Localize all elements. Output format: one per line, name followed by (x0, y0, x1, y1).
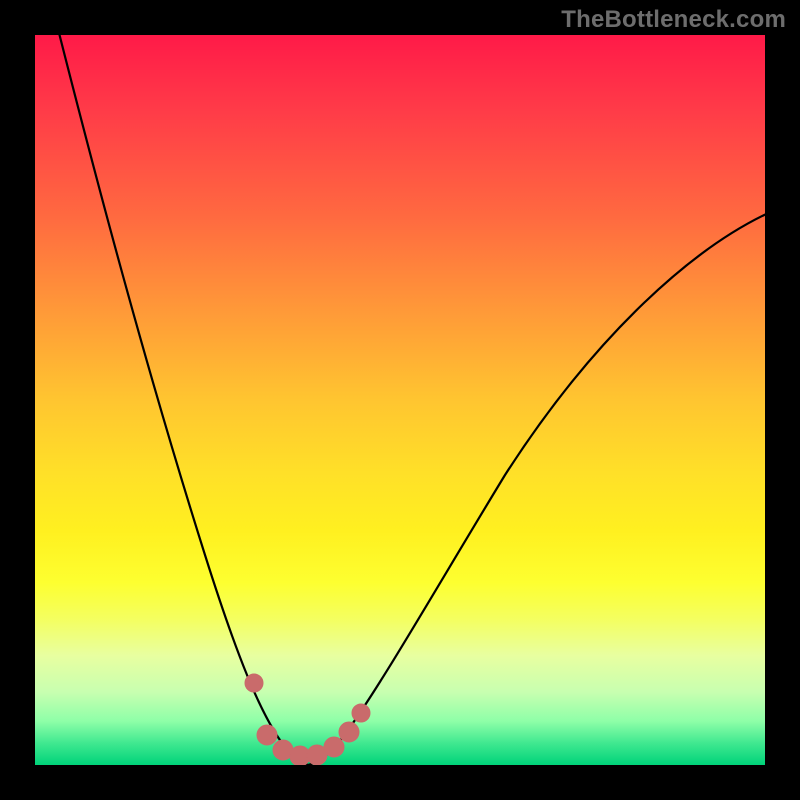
curve-right (308, 210, 765, 765)
marker-dot (339, 722, 359, 742)
marker-series (245, 674, 370, 765)
watermark-label: TheBottleneck.com (561, 6, 786, 34)
marker-dot (352, 704, 370, 722)
marker-dot (324, 737, 344, 757)
chart-frame: TheBottleneck.com (0, 0, 800, 800)
marker-dot (245, 674, 263, 692)
marker-dot (257, 725, 277, 745)
plot-area (35, 35, 765, 765)
bottleneck-curve (35, 35, 765, 765)
curve-left (57, 35, 308, 765)
